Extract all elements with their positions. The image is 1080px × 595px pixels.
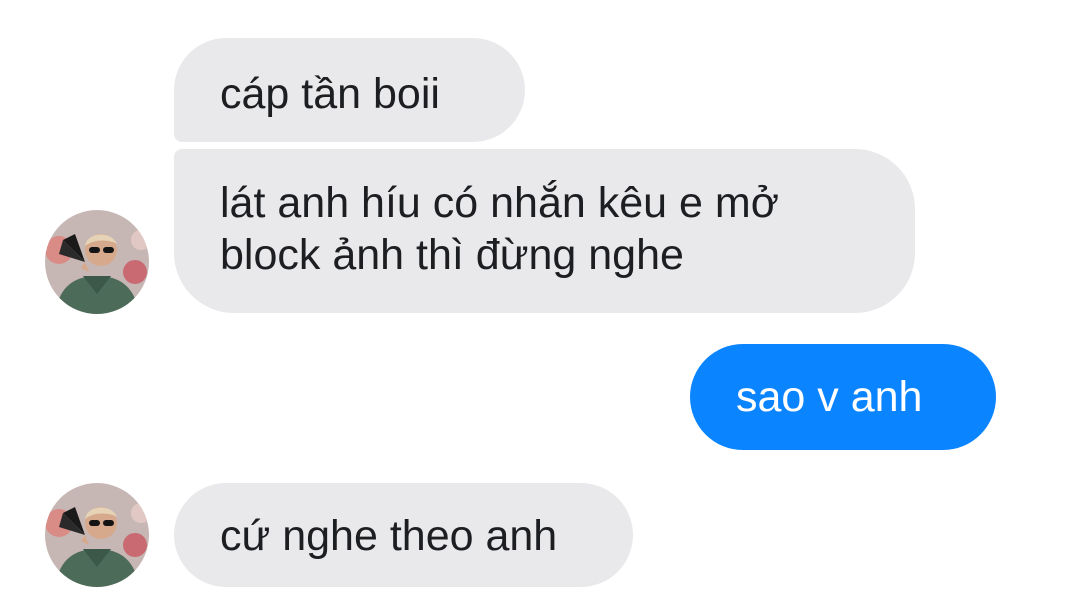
avatar-photo-icon: [45, 210, 149, 314]
incoming-message-bubble[interactable]: cáp tần boii: [174, 38, 525, 142]
incoming-message-bubble[interactable]: lát anh híu có nhắn kêu e mở block ảnh t…: [174, 149, 915, 313]
message-text-line: cáp tần boii: [220, 70, 440, 118]
message-text-line: lát anh híu có nhắn kêu e mở: [220, 179, 779, 227]
message-text-line: block ảnh thì đừng nghe: [220, 231, 684, 279]
chat-thread: cáp tần boii lát anh híu có nhắn kêu e m…: [0, 0, 1080, 595]
incoming-message-bubble[interactable]: cứ nghe theo anh: [174, 483, 633, 587]
sender-avatar[interactable]: [45, 210, 149, 314]
avatar-photo-icon: [45, 483, 149, 587]
message-text-line: sao v anh: [736, 373, 923, 421]
outgoing-message-bubble[interactable]: sao v anh: [690, 344, 996, 450]
message-text-line: cứ nghe theo anh: [220, 512, 558, 560]
sender-avatar[interactable]: [45, 483, 149, 587]
